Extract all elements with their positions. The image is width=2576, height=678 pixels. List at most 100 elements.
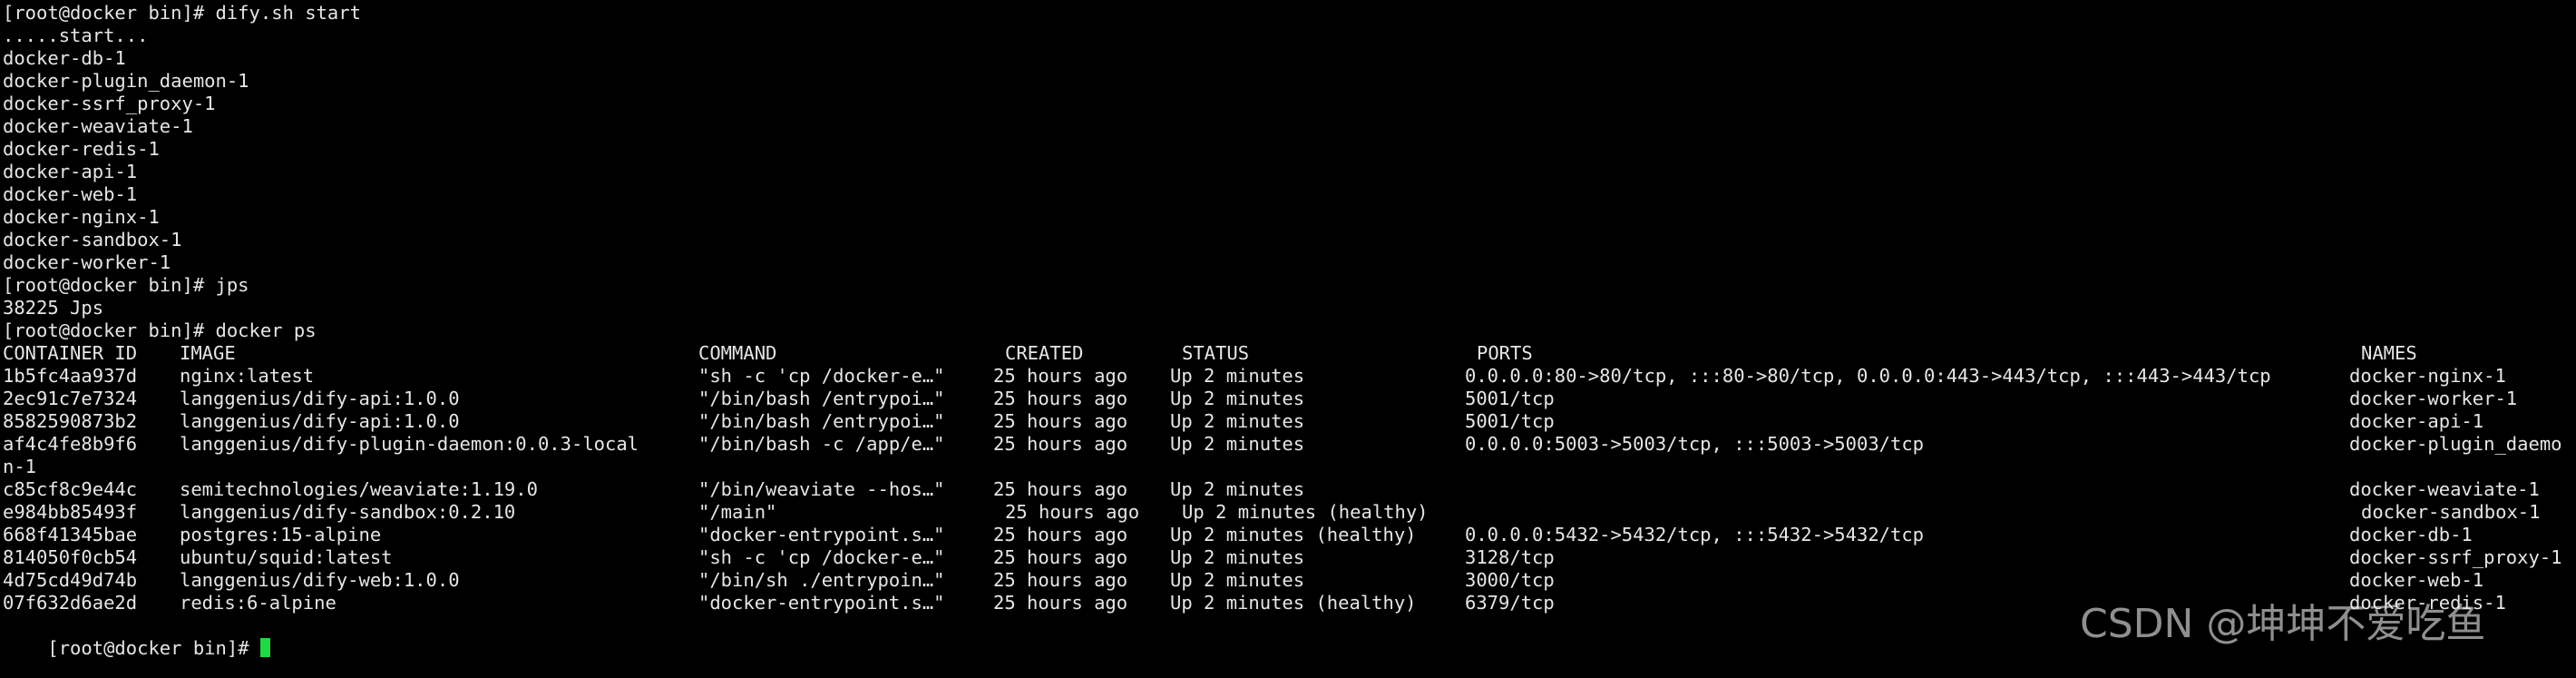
container-row: c85cf8c9e44c semitechnologies/weaviate:1… [3, 478, 2540, 501]
container-ports: 3000/tcp [1465, 569, 1555, 591]
container-status: Up 2 minutes [1170, 433, 1305, 455]
container-name: docker-db-1 [2349, 524, 2473, 545]
container-ports: 5001/tcp [1465, 410, 1555, 432]
container-created: 25 hours ago [993, 569, 1128, 591]
container-created: 25 hours ago [993, 524, 1128, 545]
container-row: 2ec91c7e7324 langgenius/dify-api:1.0.0 "… [3, 388, 2517, 410]
header-container-id: CONTAINER ID [3, 342, 138, 364]
container-command: "/bin/bash /entrypoi…" [698, 410, 945, 432]
terminal-window[interactable]: [root@docker bin]# dify.sh start .....st… [0, 0, 2576, 678]
output-line: docker-web-1 [3, 183, 138, 205]
container-command: "/bin/bash -c /app/e…" [698, 433, 945, 455]
container-row: 668f41345bae postgres:15-alpine "docker-… [3, 524, 2473, 546]
output-line: .....start... [3, 25, 149, 46]
container-image: langgenius/dify-sandbox:0.2.10 [180, 501, 516, 523]
container-id: 1b5fc4aa937d [3, 365, 138, 387]
container-row: 07f632d6ae2d redis:6-alpine "docker-entr… [3, 592, 2506, 614]
output-line: 38225 Jps [3, 297, 104, 319]
watermark: CSDN @坤坤不爱吃鱼 [2080, 601, 2486, 647]
container-name: docker-nginx-1 [2349, 365, 2506, 387]
container-status: Up 2 minutes [1170, 365, 1305, 387]
container-image: langgenius/dify-plugin-daemon:0.0.3-loca… [180, 433, 639, 455]
header-created: CREATED [1005, 342, 1084, 364]
output-line: docker-weaviate-1 [3, 115, 193, 137]
output-line: docker-api-1 [3, 161, 138, 182]
container-image: redis:6-alpine [180, 592, 337, 614]
container-command: "/main" [698, 501, 777, 523]
container-row: 1b5fc4aa937d nginx:latest "sh -c 'cp /do… [3, 365, 2506, 388]
container-id: 4d75cd49d74b [3, 569, 138, 591]
container-status: Up 2 minutes [1170, 410, 1305, 432]
container-row: 4d75cd49d74b langgenius/dify-web:1.0.0 "… [3, 569, 2483, 592]
container-name: docker-weaviate-1 [2349, 478, 2540, 500]
container-created: 25 hours ago [993, 546, 1128, 568]
cursor-block[interactable] [259, 638, 270, 657]
container-status: Up 2 minutes [1170, 388, 1305, 409]
command-line: [root@docker bin]# docker ps [3, 319, 317, 341]
container-ports: 3128/tcp [1465, 546, 1555, 568]
container-command: "/bin/sh ./entrypoin…" [698, 569, 945, 591]
container-status: Up 2 minutes (healthy) [1170, 524, 1417, 545]
docker-ps-header: CONTAINER ID IMAGE COMMAND CREATED STATU… [3, 342, 2417, 365]
command-line: [root@docker bin]# jps [3, 274, 249, 296]
header-command: COMMAND [698, 342, 777, 364]
container-id: 814050f0cb54 [3, 546, 138, 568]
output-line: docker-sandbox-1 [3, 229, 182, 251]
container-image: nginx:latest [180, 365, 315, 387]
container-created: 25 hours ago [1005, 501, 1140, 523]
container-row: 8582590873b2 langgenius/dify-api:1.0.0 "… [3, 410, 2483, 433]
header-names: NAMES [2361, 342, 2417, 364]
output-line: docker-ssrf_proxy-1 [3, 93, 216, 114]
container-command: "docker-entrypoint.s…" [698, 524, 945, 545]
container-id: 8582590873b2 [3, 410, 138, 432]
container-command: "sh -c 'cp /docker-e…" [698, 546, 945, 568]
container-name: docker-api-1 [2349, 410, 2484, 432]
container-id: 2ec91c7e7324 [3, 388, 138, 409]
container-id: 07f632d6ae2d [3, 592, 138, 614]
container-image: postgres:15-alpine [180, 524, 382, 545]
container-created: 25 hours ago [993, 478, 1128, 500]
output-line: docker-nginx-1 [3, 206, 160, 228]
output-line: docker-db-1 [3, 47, 126, 69]
container-status: Up 2 minutes [1170, 478, 1305, 500]
container-command: "sh -c 'cp /docker-e…" [698, 365, 945, 387]
container-command: "/bin/bash /entrypoi…" [698, 388, 945, 409]
command-line: [root@docker bin]# dify.sh start [3, 2, 361, 24]
output-line: docker-plugin_daemon-1 [3, 70, 249, 92]
container-name: docker-worker-1 [2349, 388, 2518, 409]
container-ports: 0.0.0.0:5003->5003/tcp, :::5003->5003/tc… [1465, 433, 1925, 455]
container-image: langgenius/dify-api:1.0.0 [180, 410, 460, 432]
container-name: docker-web-1 [2349, 569, 2484, 591]
container-id: c85cf8c9e44c [3, 478, 138, 500]
container-ports: 6379/tcp [1465, 592, 1555, 614]
container-command: "/bin/weaviate --hos…" [698, 478, 945, 500]
container-status: Up 2 minutes (healthy) [1182, 501, 1429, 523]
container-image: semitechnologies/weaviate:1.19.0 [180, 478, 538, 500]
container-status: Up 2 minutes [1170, 546, 1305, 568]
container-row: af4c4fe8b9f6 langgenius/dify-plugin-daem… [3, 433, 2562, 456]
container-created: 25 hours ago [993, 592, 1128, 614]
wrapped-line: n-1 [3, 456, 37, 477]
output-line: docker-worker-1 [3, 251, 171, 273]
container-ports: 0.0.0.0:80->80/tcp, :::80->80/tcp, 0.0.0… [1465, 365, 2271, 387]
container-id: 668f41345bae [3, 524, 138, 545]
shell-prompt-line[interactable]: [root@docker bin]# [3, 614, 270, 659]
container-ports: 5001/tcp [1465, 388, 1555, 409]
header-status: STATUS [1182, 342, 1250, 364]
container-ports: 0.0.0.0:5432->5432/tcp, :::5432->5432/tc… [1465, 524, 1925, 545]
output-line: docker-redis-1 [3, 138, 160, 160]
container-id: af4c4fe8b9f6 [3, 433, 138, 455]
container-row: e984bb85493f langgenius/dify-sandbox:0.2… [3, 501, 2540, 524]
container-image: ubuntu/squid:latest [180, 546, 393, 568]
container-created: 25 hours ago [993, 365, 1128, 387]
container-created: 25 hours ago [993, 410, 1128, 432]
shell-prompt: [root@docker bin]# [47, 637, 260, 659]
container-row: 814050f0cb54 ubuntu/squid:latest "sh -c … [3, 546, 2562, 569]
container-status: Up 2 minutes [1170, 569, 1305, 591]
container-name: docker-plugin_daemo [2349, 433, 2562, 455]
container-name: docker-sandbox-1 [2361, 501, 2541, 523]
header-ports: PORTS [1477, 342, 1533, 364]
container-created: 25 hours ago [993, 388, 1128, 409]
header-image: IMAGE [180, 342, 236, 364]
container-image: langgenius/dify-web:1.0.0 [180, 569, 460, 591]
